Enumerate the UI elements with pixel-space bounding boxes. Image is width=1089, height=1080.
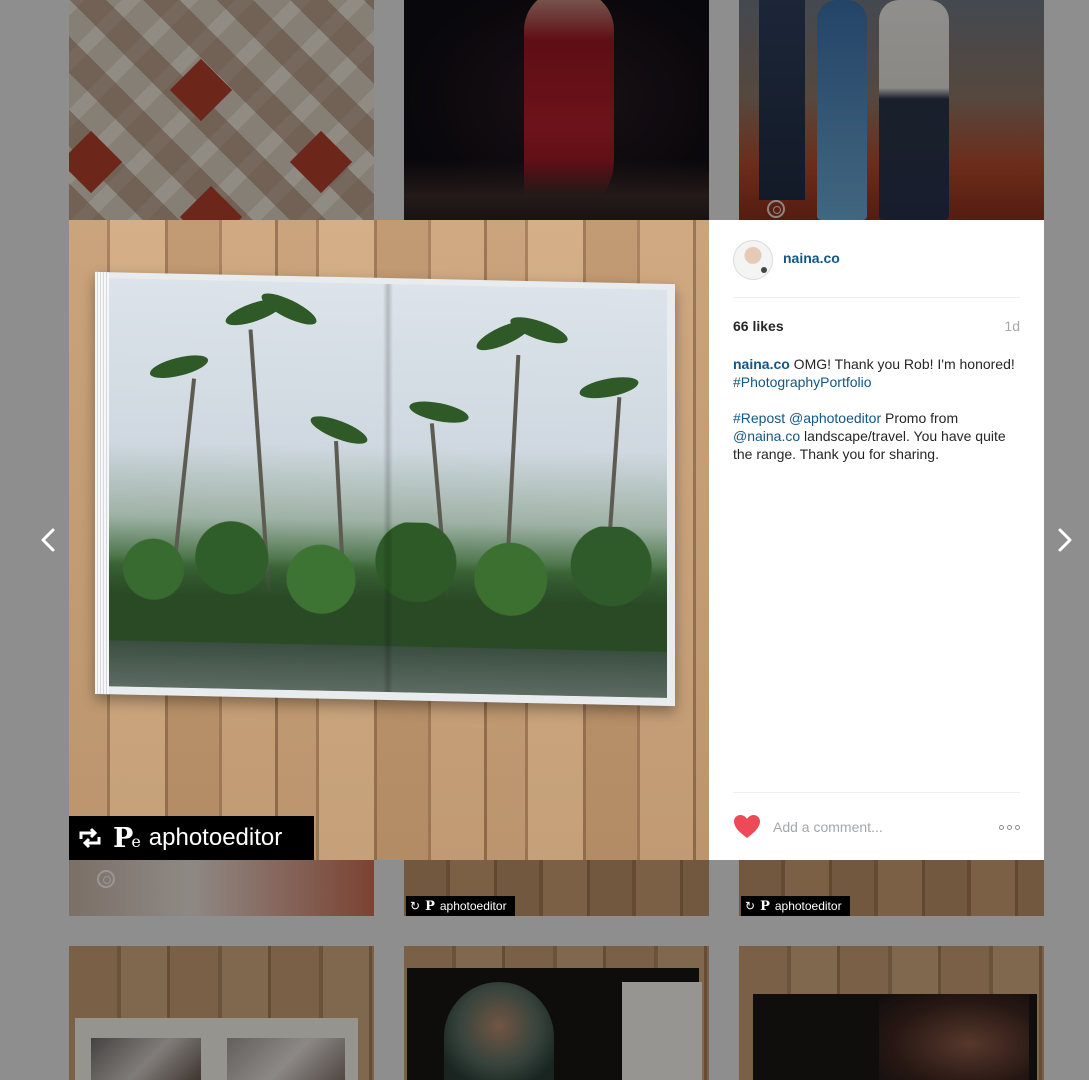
hashtag-link[interactable]: #Repost (733, 410, 785, 426)
grid-post-row3-left[interactable] (69, 946, 374, 1080)
mention-link[interactable]: @aphotoeditor (789, 410, 881, 426)
caption-text: OMG! Thank you Rob! I'm honored! (789, 356, 1015, 372)
more-options-icon[interactable] (999, 824, 1020, 830)
chevron-left-icon[interactable] (36, 527, 62, 553)
chevron-right-icon[interactable] (1051, 527, 1077, 553)
repost-username: aphotoeditor (148, 824, 283, 851)
grid-post-row3-middle[interactable] (404, 946, 709, 1080)
post-sidebar: naina.co 66 likes 1d naina.co OMG! Thank… (709, 220, 1044, 860)
repost-icon: ↻ (745, 899, 756, 913)
camera-icon (767, 200, 785, 218)
caption-text: Promo from (881, 410, 959, 426)
grid-post-row3-right[interactable] (739, 946, 1044, 1080)
repost-tag: ↻ P aphotoeditor (741, 896, 850, 916)
avatar[interactable] (733, 240, 773, 280)
caption-author[interactable]: naina.co (733, 356, 790, 372)
repost-tag: ↻ P aphotoeditor (406, 896, 515, 916)
grid-post-row2-middle[interactable]: ↻ P aphotoeditor (404, 860, 709, 916)
post-time[interactable]: 1d (1004, 318, 1020, 334)
grid-post-row2-left[interactable] (69, 860, 374, 916)
comment-input[interactable] (771, 818, 975, 836)
camera-icon (97, 870, 115, 888)
grid-post-row2-right[interactable]: ↻ P aphotoeditor (739, 860, 1044, 916)
repost-username: aphotoeditor (774, 899, 842, 913)
grid-post-mall[interactable] (739, 0, 1044, 220)
pe-logo-icon: P (425, 898, 435, 914)
pe-logo-icon: P (760, 898, 770, 914)
likes-count[interactable]: 66 likes (733, 318, 784, 334)
mention-link[interactable]: @naina.co (733, 428, 800, 444)
heart-icon[interactable] (733, 814, 761, 840)
repost-icon: ↻ (410, 899, 421, 913)
grid-post-pattern[interactable] (69, 0, 374, 220)
hashtag-link[interactable]: #PhotographyPortfolio (733, 374, 872, 390)
repost-username: aphotoeditor (439, 899, 507, 913)
grid-post-dress[interactable] (404, 0, 709, 220)
repost-overlay: Pe aphotoeditor (69, 816, 314, 860)
pe-logo-icon: Pe (113, 822, 141, 854)
comment-bar (733, 792, 1020, 861)
repost-icon (79, 827, 101, 849)
post-caption: naina.co OMG! Thank you Rob! I'm honored… (733, 355, 1020, 463)
post-username[interactable]: naina.co (783, 250, 840, 266)
post-meta: 66 likes 1d (733, 318, 1020, 334)
book-image (95, 271, 675, 707)
post-photo[interactable] (69, 220, 709, 860)
post-header: naina.co (733, 240, 1020, 298)
